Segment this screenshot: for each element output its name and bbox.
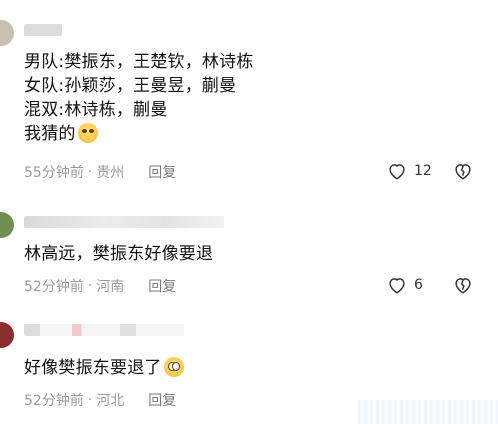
heart-icon	[389, 278, 405, 294]
location: 贵州	[96, 165, 125, 181]
comment-list: 男队:樊振东，王楚钦，林诗栋 女队:孙颖莎，王曼昱，蒯曼 混双:林诗栋，蒯曼 我…	[0, 0, 498, 424]
comment-line-last: 我猜的	[24, 122, 254, 146]
separator: ·	[87, 278, 93, 294]
comment-item: 好像樊振东要退了 52分钟前 · 河北 回复	[0, 312, 498, 424]
like-count: 12	[414, 163, 432, 179]
reply-button[interactable]: 回复	[148, 162, 176, 182]
pleading-emoji-icon	[163, 357, 184, 377]
reply-button[interactable]: 回复	[148, 276, 176, 296]
comment-line: 男队:樊振东，王楚钦，林诗栋	[24, 52, 254, 72]
location: 河南	[96, 279, 125, 295]
heart-icon	[389, 164, 405, 180]
comment-meta: 52分钟前 · 河北 回复	[24, 390, 176, 410]
comment-meta: 52分钟前 · 河南 回复	[24, 276, 176, 296]
comment-item: 林高远，樊振东好像要退 52分钟前 · 河南 回复 6	[0, 200, 498, 312]
comment-line: 混双:林诗栋，蒯曼	[24, 100, 168, 120]
like-count: 6	[414, 277, 423, 293]
timestamp: 55分钟前	[24, 165, 84, 181]
comment-line: 女队:孙颖莎，王曼昱，蒯曼	[24, 76, 237, 96]
separator: ·	[87, 392, 93, 408]
comment-line-text: 好像樊振东要退了	[24, 358, 162, 378]
comment-meta: 55分钟前 · 贵州 回复	[24, 162, 176, 182]
avatar[interactable]	[0, 20, 14, 46]
comment-actions: 6	[386, 274, 474, 296]
broken-heart-icon	[455, 164, 471, 180]
comment-text: 林高远，樊振东好像要退	[24, 244, 214, 264]
dislike-button[interactable]	[452, 160, 474, 182]
grin-emoji-icon	[77, 123, 98, 143]
location: 河北	[96, 393, 125, 409]
reply-button[interactable]: 回复	[148, 390, 176, 410]
dislike-button[interactable]	[452, 274, 474, 296]
like-button[interactable]: 12	[386, 160, 438, 182]
comment-actions: 12	[386, 160, 474, 182]
comment-text: 男队:樊振东，王楚钦，林诗栋 女队:孙颖莎，王曼昱，蒯曼 混双:林诗栋，蒯曼 我…	[24, 50, 254, 146]
username-blurred[interactable]	[24, 324, 184, 336]
separator: ·	[87, 164, 93, 180]
comment-line-text: 我猜的	[24, 124, 76, 144]
avatar[interactable]	[0, 322, 14, 348]
comment-text: 好像樊振东要退了	[24, 356, 184, 380]
watermark	[358, 400, 498, 424]
avatar[interactable]	[0, 212, 14, 238]
broken-heart-icon	[455, 278, 471, 294]
comment-item: 男队:樊振东，王楚钦，林诗栋 女队:孙颖莎，王曼昱，蒯曼 混双:林诗栋，蒯曼 我…	[0, 0, 498, 200]
timestamp: 52分钟前	[24, 393, 84, 409]
username-blurred[interactable]	[24, 216, 224, 228]
like-button[interactable]: 6	[386, 274, 438, 296]
timestamp: 52分钟前	[24, 279, 84, 295]
username-blurred[interactable]	[24, 24, 62, 36]
